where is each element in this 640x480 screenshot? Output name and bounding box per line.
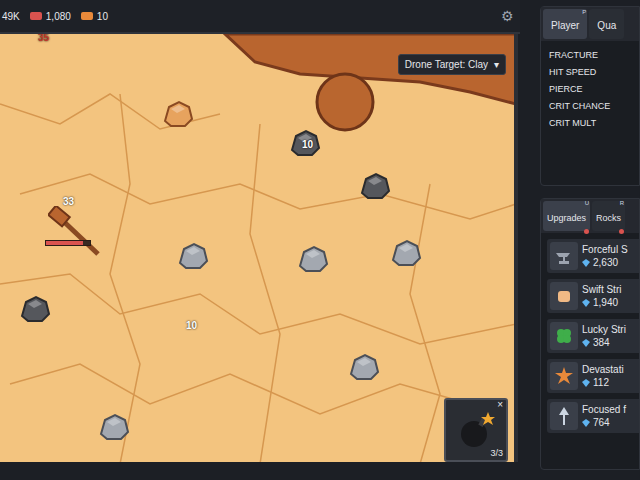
- gem-icon: [582, 299, 590, 307]
- stat-item[interactable]: CRIT CHANCE: [549, 100, 631, 113]
- upgrade-cost: 1,940: [593, 296, 618, 309]
- anvil-icon: [553, 245, 575, 267]
- upgrade-name: Lucky Stri: [582, 323, 626, 336]
- panel-tab[interactable]: RocksR: [592, 201, 625, 231]
- upgrade-card[interactable]: Focused f764: [547, 399, 639, 433]
- panel-tab[interactable]: PlayerP: [543, 9, 587, 39]
- damage-number: 33: [62, 197, 75, 207]
- hammer-health-bar: [45, 240, 91, 246]
- stone-rock-icon[interactable]: [97, 412, 131, 442]
- arrow-icon: [553, 405, 575, 427]
- alert-dot: [619, 229, 624, 234]
- stat-list: FRACTURE HIT SPEED PIERCE CRIT CHANCE CRIT M…: [541, 41, 639, 130]
- player-tabs: PlayerPQua: [541, 7, 639, 41]
- burst-icon: [553, 365, 575, 387]
- coal-rock-icon[interactable]: [358, 171, 392, 201]
- upgrade-cost: 112: [593, 376, 609, 389]
- bomb-icon: [456, 410, 496, 450]
- damage-number: 10: [301, 140, 314, 150]
- gem-icon: [582, 419, 590, 427]
- stat-item[interactable]: PIERCE: [549, 83, 631, 96]
- coal-rock-icon[interactable]: [18, 294, 52, 324]
- stone-rock-icon[interactable]: [389, 238, 423, 268]
- damage-number: 10: [185, 321, 198, 331]
- side-column: PlayerPQua FRACTURE HIT SPEED PIERCE CRIT CH…: [520, 0, 640, 480]
- hotkey-badge: R: [620, 199, 624, 208]
- stat-item[interactable]: FRACTURE: [549, 49, 631, 62]
- fist-icon: [553, 285, 575, 307]
- ground-cracks-icon: [0, 34, 516, 462]
- drone-target-dropdown[interactable]: Drone Target: Clay▾: [398, 54, 506, 75]
- damage-number: 35: [37, 34, 50, 43]
- upgrade-list: Forceful S2,630 Swift Stri1,940 Lucky Stri…: [541, 233, 639, 433]
- upgrade-card[interactable]: Devastati112: [547, 359, 639, 393]
- brick-icon: [30, 12, 42, 20]
- panel-tab[interactable]: UpgradesU: [543, 201, 590, 231]
- player-panel: PlayerPQua FRACTURE HIT SPEED PIERCE CRIT CH…: [540, 6, 640, 186]
- shop-tabs: UpgradesURocksR: [541, 199, 639, 233]
- gem-icon: [582, 339, 590, 347]
- settings-gear-icon[interactable]: ⚙: [501, 6, 514, 27]
- currency: 1,080: [30, 9, 71, 24]
- hotkey-badge: U: [585, 199, 589, 208]
- upgrade-card[interactable]: Forceful S2,630: [547, 239, 639, 273]
- upgrade-cost: 764: [593, 416, 610, 429]
- shop-panel: UpgradesURocksR Forceful S2,630 Swift Stri…: [540, 198, 640, 470]
- stat-item[interactable]: CRIT MULT: [549, 117, 631, 130]
- upgrade-cost: 2,630: [593, 256, 618, 269]
- gem-icon: [582, 379, 590, 387]
- top-bar: 49K 1,080 10 ⚙: [0, 0, 520, 34]
- game-canvas[interactable]: 10 33 10 35 Drone Target: Clay▾ × 3/3: [0, 34, 518, 462]
- gem-icon: [582, 259, 590, 267]
- upgrade-name: Focused f: [582, 403, 626, 416]
- clay-rock-icon[interactable]: [161, 99, 195, 129]
- stone-rock-icon[interactable]: [296, 244, 330, 274]
- currency: 10: [81, 9, 108, 24]
- bomb-count: 3/3: [490, 449, 503, 458]
- upgrade-name: Forceful S: [582, 243, 628, 256]
- ore-icon: [81, 12, 93, 20]
- stone-rock-icon[interactable]: [176, 241, 210, 271]
- upgrade-card[interactable]: Lucky Stri384: [547, 319, 639, 353]
- panel-tab[interactable]: Qua: [589, 9, 624, 39]
- stone-rock-icon[interactable]: [347, 352, 381, 382]
- game-screen: 49K 1,080 10 ⚙ 10 33 10 35 Drone Target: Clay▾ × 3…: [0, 0, 640, 480]
- clover-icon: [553, 325, 575, 347]
- upgrade-card[interactable]: Swift Stri1,940: [547, 279, 639, 313]
- cliff-icon: [0, 34, 516, 134]
- hotkey-badge: P: [582, 8, 586, 17]
- bomb-slot[interactable]: × 3/3: [444, 398, 508, 462]
- game-column: 49K 1,080 10 ⚙ 10 33 10 35 Drone Target: Clay▾ × 3…: [0, 0, 520, 480]
- upgrade-name: Devastati: [582, 363, 624, 376]
- hammer-icon: [48, 206, 104, 258]
- stat-item[interactable]: HIT SPEED: [549, 66, 631, 79]
- alert-dot: [584, 229, 589, 234]
- bomb-close[interactable]: ×: [497, 400, 503, 410]
- upgrade-name: Swift Stri: [582, 283, 621, 296]
- upgrade-cost: 384: [593, 336, 610, 349]
- currency: 49K: [2, 9, 20, 24]
